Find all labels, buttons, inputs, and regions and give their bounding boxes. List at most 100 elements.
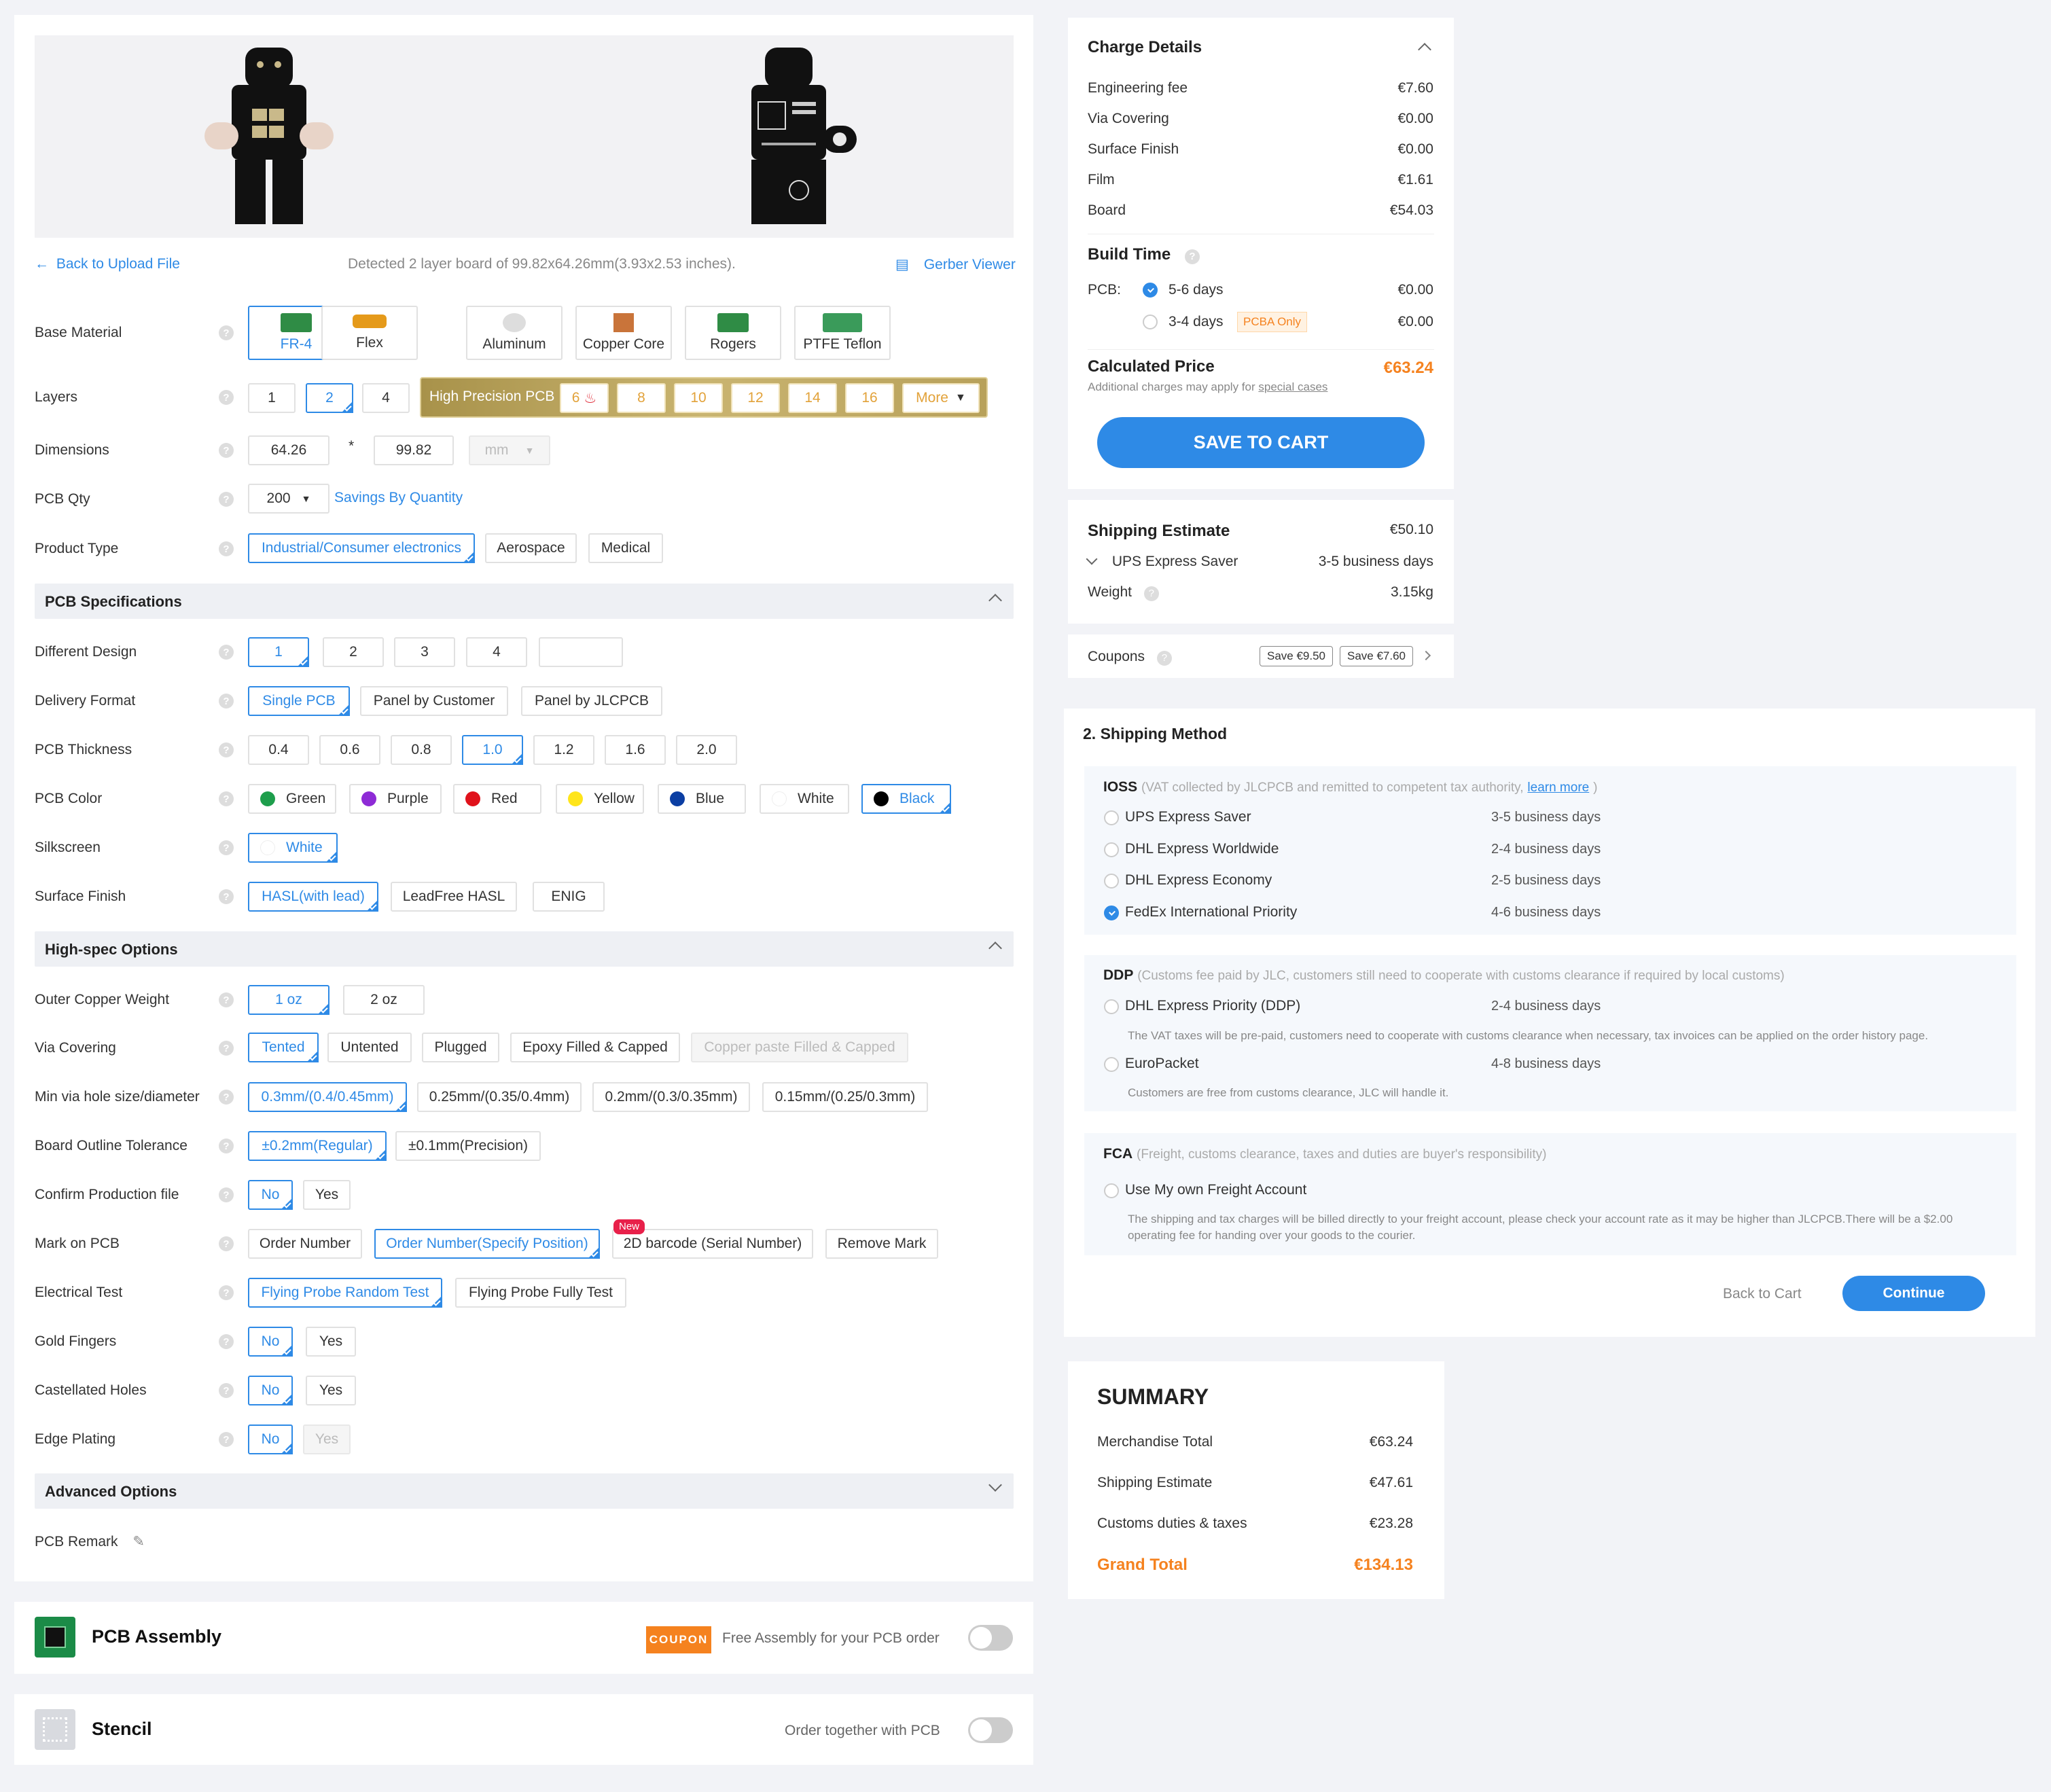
- thickness-0-4[interactable]: 0.4: [248, 735, 309, 765]
- edge-plating-yes[interactable]: Yes: [303, 1424, 351, 1454]
- help-icon[interactable]: ?: [219, 1041, 234, 1056]
- mark-remove[interactable]: Remove Mark: [825, 1229, 938, 1259]
- delivery-panel-by-customer[interactable]: Panel by Customer: [360, 686, 508, 716]
- gold-fingers-yes[interactable]: Yes: [306, 1327, 356, 1357]
- pcb-qty-select[interactable]: 200 ▼: [248, 484, 329, 514]
- advanced-options-header[interactable]: Advanced Options: [35, 1473, 1014, 1509]
- help-icon[interactable]: ?: [219, 390, 234, 405]
- edge-plating-no[interactable]: No: [248, 1424, 293, 1454]
- help-icon[interactable]: ?: [1156, 651, 1172, 666]
- layers-12[interactable]: 12: [731, 383, 780, 413]
- layers-4[interactable]: 4: [362, 383, 410, 413]
- color-white[interactable]: White: [760, 784, 849, 814]
- min-via-0-15[interactable]: 0.15mm/(0.25/0.3mm): [762, 1082, 928, 1112]
- continue-button[interactable]: Continue: [1842, 1276, 1985, 1311]
- chevron-up-icon[interactable]: [1418, 43, 1431, 56]
- pencil-icon[interactable]: ✎: [132, 1534, 145, 1549]
- material-rogers[interactable]: Rogers: [685, 306, 781, 360]
- copper-1oz[interactable]: 1 oz: [248, 985, 329, 1015]
- gerber-viewer-link[interactable]: ▤ Gerber Viewer: [895, 256, 1016, 273]
- learn-more-link[interactable]: learn more: [1527, 781, 1589, 795]
- via-epoxy-filled[interactable]: Epoxy Filled & Capped: [510, 1033, 680, 1062]
- thickness-0-6[interactable]: 0.6: [319, 735, 380, 765]
- delivery-panel-by-jlcpcb[interactable]: Panel by JLCPCB: [521, 686, 662, 716]
- mark-specify-position[interactable]: Order Number(Specify Position): [374, 1229, 600, 1259]
- ups-express-saver-radio[interactable]: [1104, 810, 1119, 825]
- help-icon[interactable]: ?: [219, 492, 234, 507]
- coupon-tag[interactable]: Save €9.50: [1260, 646, 1334, 666]
- savings-by-quantity-link[interactable]: Savings By Quantity: [334, 490, 463, 506]
- flying-probe-fully[interactable]: Flying Probe Fully Test: [455, 1278, 626, 1308]
- confirm-file-yes[interactable]: Yes: [303, 1180, 351, 1210]
- thickness-1-0[interactable]: 1.0: [462, 735, 523, 765]
- special-cases-link[interactable]: special cases: [1258, 380, 1327, 393]
- thickness-1-2[interactable]: 1.2: [533, 735, 594, 765]
- via-plugged[interactable]: Plugged: [422, 1033, 499, 1062]
- stencil-toggle[interactable]: [968, 1717, 1013, 1743]
- outline-precision[interactable]: ±0.1mm(Precision): [395, 1131, 541, 1161]
- product-type-medical[interactable]: Medical: [588, 533, 663, 563]
- dimension-unit-select[interactable]: mm ▼: [469, 435, 550, 465]
- help-icon[interactable]: ?: [219, 443, 234, 458]
- min-via-0-3[interactable]: 0.3mm/(0.4/0.45mm): [248, 1082, 407, 1112]
- gold-fingers-no[interactable]: No: [248, 1327, 293, 1357]
- help-icon[interactable]: ?: [219, 840, 234, 855]
- material-aluminum[interactable]: Aluminum: [466, 306, 563, 360]
- own-freight-radio[interactable]: [1104, 1183, 1119, 1198]
- help-icon[interactable]: ?: [1143, 586, 1159, 601]
- via-tented[interactable]: Tented: [248, 1033, 319, 1062]
- layers-more[interactable]: More ▼: [902, 383, 980, 413]
- help-icon[interactable]: ?: [219, 541, 234, 556]
- help-icon[interactable]: ?: [219, 1383, 234, 1398]
- help-icon[interactable]: ?: [219, 889, 234, 904]
- color-yellow[interactable]: Yellow: [556, 784, 644, 814]
- delivery-single-pcb[interactable]: Single PCB: [248, 686, 350, 716]
- layers-10[interactable]: 10: [674, 383, 723, 413]
- surface-hasl-lead[interactable]: HASL(with lead): [248, 882, 378, 912]
- dimension-height-input[interactable]: 99.82: [374, 435, 454, 465]
- material-ptfe[interactable]: PTFE Teflon: [794, 306, 891, 360]
- help-icon[interactable]: ?: [219, 1334, 234, 1349]
- material-copper-core[interactable]: Copper Core: [575, 306, 672, 360]
- dhl-worldwide-radio[interactable]: [1104, 842, 1119, 857]
- thickness-0-8[interactable]: 0.8: [391, 735, 452, 765]
- copper-2oz[interactable]: 2 oz: [343, 985, 425, 1015]
- different-design-4[interactable]: 4: [466, 637, 527, 667]
- silkscreen-white[interactable]: White: [248, 833, 338, 863]
- color-red[interactable]: Red: [453, 784, 541, 814]
- europacket-radio[interactable]: [1104, 1057, 1119, 1072]
- layers-1[interactable]: 1: [248, 383, 296, 413]
- back-to-upload-link[interactable]: ← Back to Upload File: [35, 256, 180, 272]
- min-via-0-2[interactable]: 0.2mm/(0.3/0.35mm): [592, 1082, 750, 1112]
- color-purple[interactable]: Purple: [349, 784, 442, 814]
- product-type-industrial[interactable]: Industrial/Consumer electronics: [248, 533, 475, 563]
- dhl-economy-radio[interactable]: [1104, 874, 1119, 889]
- mark-order-number[interactable]: Order Number: [248, 1229, 362, 1259]
- help-icon[interactable]: ?: [219, 1139, 234, 1153]
- help-icon[interactable]: ?: [219, 694, 234, 709]
- via-copper-paste[interactable]: Copper paste Filled & Capped: [691, 1033, 908, 1062]
- different-design-3[interactable]: 3: [394, 637, 455, 667]
- help-icon[interactable]: ?: [219, 645, 234, 660]
- product-type-aerospace[interactable]: Aerospace: [485, 533, 577, 563]
- build-time-5-6-radio[interactable]: [1143, 283, 1158, 298]
- help-icon[interactable]: ?: [219, 1285, 234, 1300]
- coupons-card[interactable]: Coupons ? Save €9.50 Save €7.60: [1068, 634, 1454, 678]
- color-black[interactable]: Black: [861, 784, 951, 814]
- different-design-custom[interactable]: [539, 637, 623, 667]
- save-to-cart-button[interactable]: SAVE TO CART: [1097, 417, 1425, 468]
- layers-16[interactable]: 16: [845, 383, 894, 413]
- pcb-assembly-toggle[interactable]: [968, 1625, 1013, 1651]
- castellated-no[interactable]: No: [248, 1376, 293, 1405]
- flying-probe-random[interactable]: Flying Probe Random Test: [248, 1278, 442, 1308]
- layers-6[interactable]: 6 ♨: [560, 383, 609, 413]
- dimension-width-input[interactable]: 64.26: [248, 435, 329, 465]
- help-icon[interactable]: ?: [219, 742, 234, 757]
- pcb-specifications-header[interactable]: PCB Specifications: [35, 584, 1014, 619]
- different-design-1[interactable]: 1: [248, 637, 309, 667]
- shipping-method-select[interactable]: UPS Express Saver: [1086, 553, 1238, 570]
- help-icon[interactable]: ?: [219, 1432, 234, 1447]
- outline-regular[interactable]: ±0.2mm(Regular): [248, 1131, 387, 1161]
- coupon-tag[interactable]: Save €7.60: [1340, 646, 1414, 666]
- layers-8[interactable]: 8: [617, 383, 666, 413]
